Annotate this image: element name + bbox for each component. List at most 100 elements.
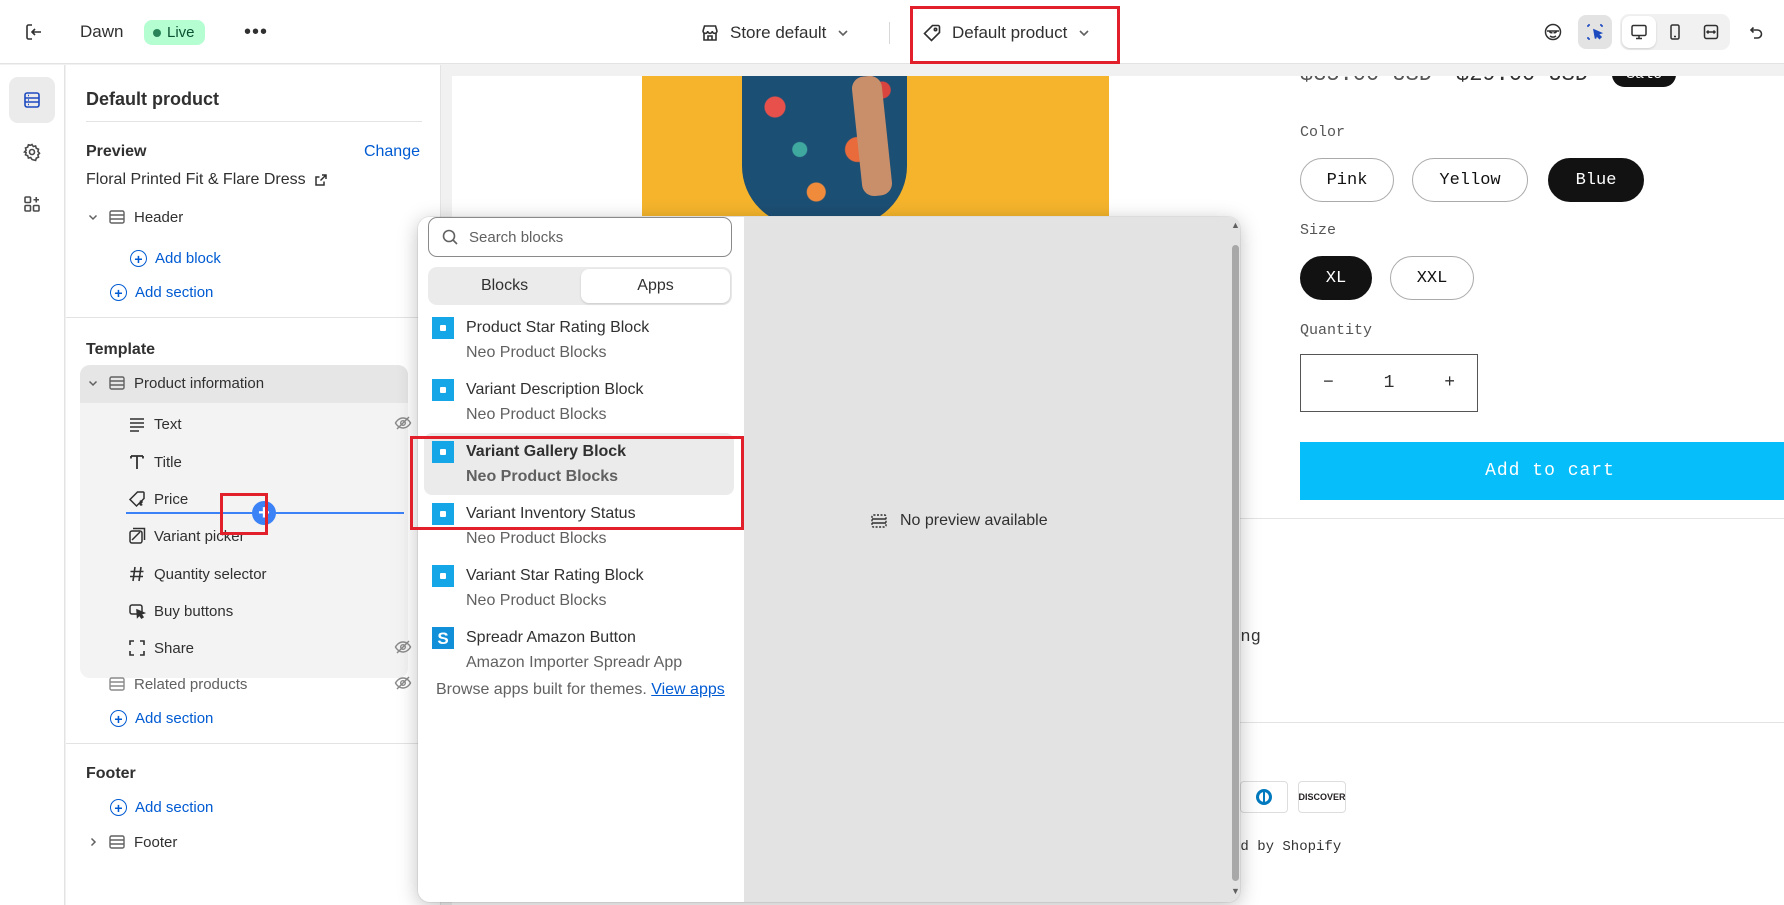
block-list-panel: Blocks Apps Product Star Rating Block Ne… [418,217,744,902]
desktop-icon[interactable] [1622,16,1656,48]
store-selector-label: Store default [730,23,827,42]
template-selector[interactable]: Default product [922,16,1091,50]
quantity-increase-button[interactable]: + [1444,373,1455,393]
block-price[interactable]: Price [128,490,188,508]
sidebar-item-label: Related products [134,675,248,693]
preview-label: Preview [86,143,147,160]
preview-product-name: Floral Printed Fit & Flare Dress [86,171,306,188]
color-option-blue[interactable]: Blue [1548,158,1644,202]
app-block-item-variant-gallery[interactable]: Variant Gallery Block Neo Product Blocks [424,433,734,495]
app-block-item[interactable]: Variant Description Block Neo Product Bl… [424,371,734,433]
app-block-name: Variant Star Rating Block [466,567,644,584]
sidebar-item-label: Product information [134,374,265,392]
scroll-thumb[interactable] [1232,245,1239,881]
app-block-item[interactable]: Variant Star Rating Block Neo Product Bl… [424,557,734,619]
quantity-label: Quantity [1300,322,1373,339]
powered-by-text: ed by Shopify [1232,839,1342,855]
template-selector-label: Default product [952,23,1068,42]
chevron-down-icon[interactable] [86,377,100,389]
eye-off-icon[interactable] [394,674,412,695]
eye-off-icon[interactable] [394,414,412,435]
sidebar-item-related-products[interactable]: Related products [108,675,247,693]
variant-picker-icon [129,527,146,544]
chevron-right-icon[interactable] [86,836,100,848]
add-block-button[interactable]: + Add block [130,250,221,267]
scroll-down-arrow-icon[interactable]: ▼ [1231,887,1240,896]
right-toolbar [1536,14,1772,50]
chevron-down-icon[interactable] [86,211,100,223]
product-image [642,76,1109,216]
plus-circle-icon: + [130,250,147,267]
more-actions-button[interactable]: ••• [242,18,270,46]
sidebar-item-header[interactable]: Header [86,208,183,226]
eye-off-icon[interactable] [394,638,412,659]
block-preview-panel: No preview available [744,217,1240,902]
share-frame-icon [129,640,145,656]
apps-icon[interactable] [9,181,55,227]
app-block-icon [432,565,454,587]
cursor-click-icon [129,604,146,620]
sidebar-item-label: Header [134,208,184,226]
quantity-decrease-button[interactable]: − [1323,373,1334,393]
section-icon [109,210,125,224]
app-block-icon [432,379,454,401]
add-to-cart-button[interactable]: Add to cart [1300,442,1784,500]
divider [1232,722,1784,723]
mobile-icon[interactable] [1658,16,1692,48]
block-variant-picker[interactable]: Variant picker [128,527,245,545]
footer-label: Footer [86,765,136,782]
app-block-item[interactable]: Variant Inventory Status Neo Product Blo… [424,495,734,557]
size-option-xl[interactable]: XL [1300,256,1372,300]
external-link-icon[interactable] [314,173,328,187]
sidebar-item-product-information[interactable]: Product information [86,374,264,392]
app-block-source: Neo Product Blocks [466,592,607,609]
add-section-button[interactable]: + Add section [110,710,213,727]
tab-apps[interactable]: Apps [581,269,730,303]
add-section-button[interactable]: + Add section [110,799,213,816]
size-label: Size [1300,222,1337,239]
blocks-apps-tabs: Blocks Apps [428,267,732,305]
sections-icon[interactable] [9,77,55,123]
change-preview-link[interactable]: Change [364,143,420,161]
add-section-label: Add section [135,284,214,301]
sidebar-item-footer[interactable]: Footer [86,833,177,851]
scroll-up-arrow-icon[interactable]: ▲ [1231,221,1240,230]
block-label: Price [154,490,189,508]
undo-icon[interactable] [1738,15,1772,49]
tab-blocks[interactable]: Blocks [430,269,579,303]
block-buy-buttons[interactable]: Buy buttons [128,602,233,620]
diners-club-icon [1240,781,1288,813]
exit-icon[interactable] [18,16,50,48]
picker-scrollbar[interactable]: ▲ ▼ [1230,217,1240,902]
color-option-yellow[interactable]: Yellow [1412,158,1528,202]
block-text[interactable]: Text [128,415,182,433]
add-section-label: Add section [135,710,214,727]
template-label: Template [86,341,156,358]
block-title[interactable]: Title [128,453,182,471]
view-apps-link[interactable]: View apps [651,681,725,698]
app-block-item[interactable]: Product Star Rating Block Neo Product Bl… [424,309,734,371]
add-section-button[interactable]: + Add section [110,284,213,301]
theme-name: Dawn [80,22,124,41]
add-section-label: Add section [135,799,214,816]
accessibility-icon[interactable] [1536,15,1570,49]
block-quantity-selector[interactable]: Quantity selector [128,565,267,583]
size-option-xxl[interactable]: XXL [1390,256,1474,300]
store-selector[interactable]: Store default [700,16,850,50]
quantity-value[interactable]: 1 [1384,373,1395,393]
color-option-pink[interactable]: Pink [1300,158,1394,202]
insert-block-plus-button[interactable]: + [252,501,276,525]
live-status-badge: Live [144,20,205,45]
settings-gear-icon[interactable] [9,129,55,175]
preview-product[interactable]: Floral Printed Fit & Flare Dress [86,171,328,189]
search-blocks-input[interactable] [469,228,709,246]
full-width-icon[interactable] [1694,16,1728,48]
app-block-item[interactable]: S Spreadr Amazon Button Amazon Importer … [424,619,734,681]
add-block-label: Add block [155,250,221,267]
price-row: $35.00 USD $29.00 USD Sale [1300,76,1677,87]
search-blocks-field[interactable] [428,217,732,257]
inspector-toggle-icon[interactable] [1578,15,1612,49]
block-share[interactable]: Share [128,639,194,657]
block-label: Title [154,453,182,471]
sale-price: $29.00 USD [1456,76,1588,87]
